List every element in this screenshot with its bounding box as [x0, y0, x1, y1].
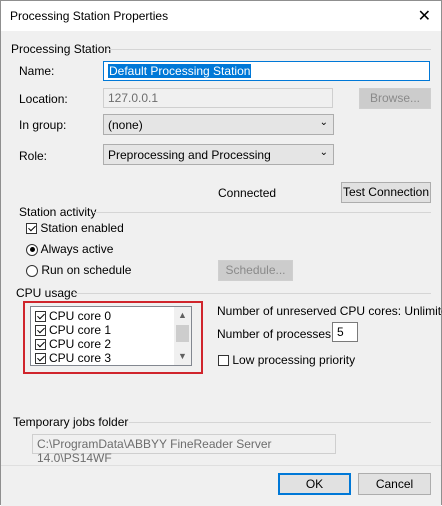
- ok-button[interactable]: OK: [278, 473, 351, 495]
- temp-folder-group-title: Temporary jobs folder: [13, 415, 129, 429]
- location-field[interactable]: 127.0.0.1: [103, 88, 333, 108]
- cpu-cores-list[interactable]: CPU core 0 CPU core 1 CPU core 2 CPU cor…: [30, 306, 192, 366]
- processes-value: 5: [337, 325, 344, 339]
- scroll-up-icon[interactable]: ▲: [174, 307, 191, 324]
- low-priority-checkbox[interactable]: Low processing priority: [218, 353, 355, 367]
- in-group-label: In group:: [19, 118, 67, 132]
- role-select[interactable]: Preprocessing and Processing ⌄: [103, 144, 334, 165]
- cpu-core-label: CPU core 3: [49, 351, 112, 365]
- always-active-label: Always active: [40, 242, 114, 256]
- cpu-core-item[interactable]: CPU core 0: [31, 309, 191, 323]
- cpu-core-item[interactable]: CPU core 2: [31, 337, 191, 351]
- chevron-down-icon: ⌄: [319, 117, 328, 128]
- chevron-down-icon: ⌄: [319, 147, 328, 158]
- cpu-list-scrollbar[interactable]: ▲ ▼: [174, 307, 191, 365]
- title-bar: Processing Station Properties ✕: [1, 1, 441, 31]
- checkbox-checked-icon: [35, 311, 46, 323]
- location-label: Location:: [19, 92, 68, 106]
- cpu-core-label: CPU core 1: [49, 323, 112, 337]
- ok-button-label: OK: [305, 477, 324, 491]
- name-label: Name:: [19, 64, 55, 78]
- in-group-select[interactable]: (none) ⌄: [103, 114, 334, 135]
- station-enabled-label: Station enabled: [40, 221, 124, 235]
- schedule-button[interactable]: Schedule...: [218, 260, 293, 281]
- browse-button-label: Browse...: [369, 91, 420, 105]
- unreserved-cores-text: Number of unreserved CPU cores: Unlimite…: [217, 304, 442, 318]
- window-title: Processing Station Properties: [10, 9, 169, 23]
- cancel-button[interactable]: Cancel: [358, 473, 431, 495]
- properties-dialog: Processing Station Properties ✕ Processi…: [0, 0, 442, 506]
- checkbox-checked-icon: [35, 339, 46, 351]
- role-value: Preprocessing and Processing: [108, 148, 271, 162]
- temp-folder-path-field[interactable]: C:\ProgramData\ABBYY FineReader Server 1…: [32, 434, 336, 465]
- checkbox-checked-icon: [35, 353, 46, 365]
- location-field-value: 127.0.0.1: [108, 91, 159, 105]
- radio-selected-icon: [26, 243, 38, 256]
- station-activity-group-title: Station activity: [19, 205, 97, 219]
- close-icon[interactable]: ✕: [418, 6, 431, 26]
- run-on-schedule-label: Run on schedule: [41, 263, 132, 277]
- in-group-value: (none): [108, 118, 143, 132]
- group-divider: [129, 422, 431, 423]
- group-divider: [73, 293, 431, 294]
- connection-status: Connected: [218, 186, 277, 200]
- radio-empty-icon: [26, 264, 38, 277]
- name-field-value: Default Processing Station: [108, 64, 252, 78]
- processing-station-group-title: Processing Station: [11, 42, 112, 56]
- cpu-usage-group-title: CPU usage: [16, 286, 78, 300]
- temp-folder-path-value: C:\ProgramData\ABBYY FineReader Server 1…: [37, 437, 272, 465]
- low-priority-label: Low processing priority: [232, 353, 356, 367]
- cpu-core-label: CPU core 0: [49, 309, 112, 323]
- checkbox-checked-icon: [26, 223, 37, 235]
- processes-label: Number of processes:: [217, 327, 335, 341]
- scroll-down-icon[interactable]: ▼: [174, 348, 191, 365]
- always-active-radio[interactable]: Always active: [26, 242, 113, 256]
- station-enabled-checkbox[interactable]: Station enabled: [26, 221, 124, 235]
- scrollbar-thumb[interactable]: [176, 325, 189, 342]
- group-divider: [94, 212, 431, 213]
- test-connection-button[interactable]: Test Connection: [341, 182, 431, 203]
- cpu-core-label: CPU core 2: [49, 337, 112, 351]
- browse-button[interactable]: Browse...: [359, 88, 431, 109]
- checkbox-empty-icon: [218, 355, 229, 367]
- group-divider: [109, 49, 431, 50]
- cpu-core-item[interactable]: CPU core 3: [31, 351, 191, 365]
- run-on-schedule-radio[interactable]: Run on schedule: [26, 263, 131, 277]
- processes-field[interactable]: 5: [332, 322, 358, 342]
- checkbox-checked-icon: [35, 325, 46, 337]
- cancel-button-label: Cancel: [375, 477, 414, 491]
- name-field[interactable]: Default Processing Station: [103, 61, 430, 81]
- role-label: Role:: [19, 149, 48, 163]
- schedule-button-label: Schedule...: [225, 263, 286, 277]
- test-connection-label: Test Connection: [342, 185, 430, 199]
- cpu-core-item[interactable]: CPU core 1: [31, 323, 191, 337]
